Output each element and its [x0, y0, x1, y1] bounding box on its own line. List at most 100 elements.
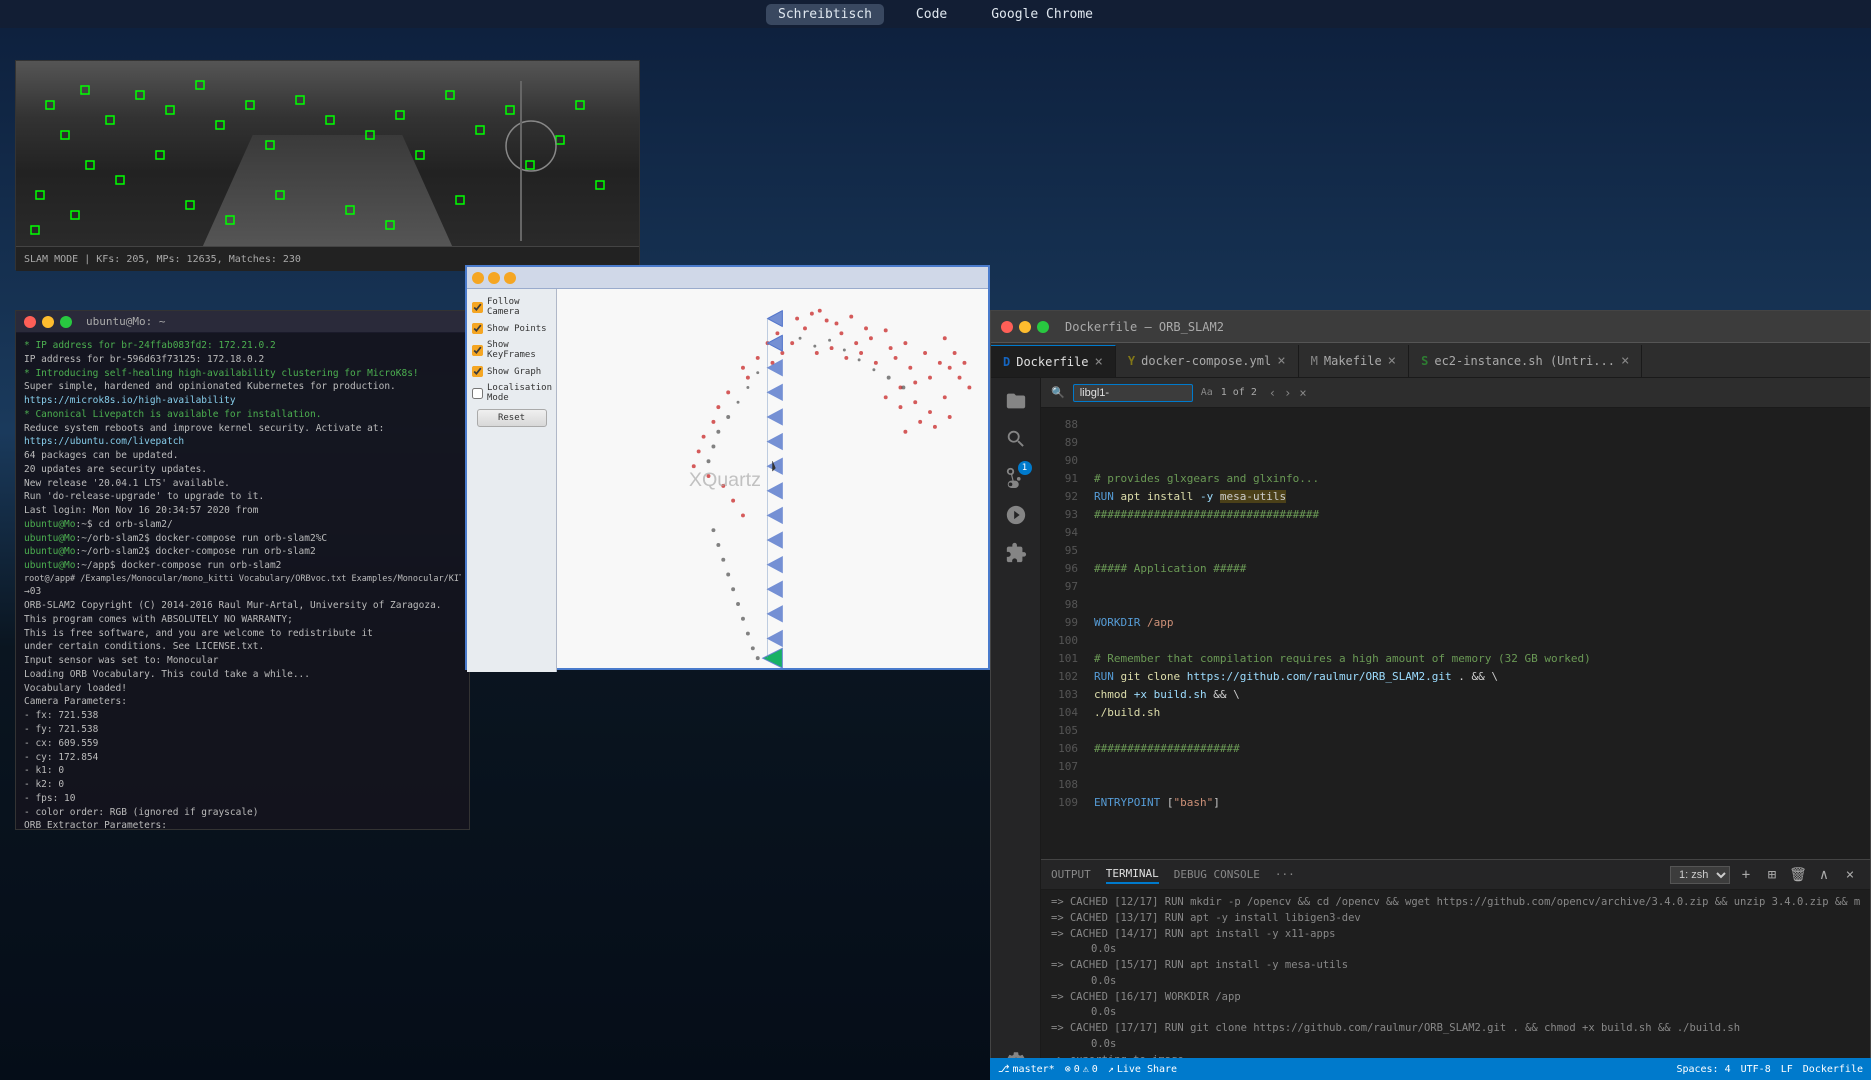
panel-add-btn[interactable]: +: [1736, 865, 1756, 885]
code-area[interactable]: 88 89 90 91 92 93 94 95 96 97 98 99 100 …: [1041, 408, 1870, 859]
tab-close-makefile[interactable]: ×: [1388, 353, 1396, 369]
panel-tab-output[interactable]: OUTPUT: [1051, 866, 1091, 883]
term-line: ORB-SLAM2 Copyright (C) 2014-2016 Raul M…: [24, 599, 461, 613]
follow-camera-checkbox[interactable]: Follow Camera: [472, 297, 551, 317]
terminal-select[interactable]: 1: zsh: [1670, 866, 1730, 884]
menubar-code[interactable]: Code: [904, 4, 959, 25]
menubar-schreibtisch[interactable]: Schreibtisch: [766, 4, 884, 25]
follow-camera-input[interactable]: [472, 302, 483, 313]
term-line: ubuntu@Mo:~$ cd orb-slam2/: [24, 518, 461, 532]
statusbar-language[interactable]: Dockerfile: [1803, 1064, 1863, 1075]
term-line: https://microk8s.io/high-availability: [24, 394, 461, 408]
slam-camera-window: SLAM MODE | KFs: 205, MPs: 12635, Matche…: [15, 60, 640, 270]
show-keyframes-checkbox[interactable]: Show KeyFrames: [472, 340, 551, 360]
tab-dockerfile[interactable]: D Dockerfile ×: [991, 345, 1116, 377]
vscode-max-btn[interactable]: [1037, 321, 1049, 333]
code-line: # Remember that compilation requires a h…: [1094, 650, 1870, 668]
statusbar-live-share[interactable]: ↗ Live Share: [1108, 1064, 1177, 1075]
terminal-content[interactable]: * IP address for br-24ffab083fd2: 172.21…: [16, 333, 469, 829]
localisation-mode-checkbox[interactable]: Localisation Mode: [472, 383, 551, 403]
term-line: ORB Extractor Parameters:: [24, 819, 461, 829]
code-line: RUN git clone https://github.com/raulmur…: [1094, 668, 1870, 686]
code-line: [1094, 452, 1870, 470]
term-output-line: => CACHED [12/17] RUN mkdir -p /opencv &…: [1051, 895, 1860, 911]
tab-icon-makefile: M: [1311, 354, 1318, 368]
code-line: [1094, 596, 1870, 614]
term-line: - cy: 172.854: [24, 751, 461, 765]
panel-trash-btn[interactable]: 🗑: [1788, 865, 1808, 885]
terminal-max-btn[interactable]: [60, 316, 72, 328]
panel-split-btn[interactable]: ⊞: [1762, 865, 1782, 885]
term-line: - fps: 10: [24, 792, 461, 806]
code-line: ./build.sh: [1094, 704, 1870, 722]
xquartz-btn-1[interactable]: [472, 272, 484, 284]
search-input[interactable]: [1073, 384, 1193, 402]
slam-scene: [16, 61, 639, 246]
search-next-btn[interactable]: ›: [1284, 386, 1291, 400]
reset-button[interactable]: Reset: [477, 409, 547, 427]
statusbar-encoding[interactable]: UTF-8: [1741, 1064, 1771, 1075]
statusbar-errors[interactable]: ⊗ 0 ⚠ 0: [1065, 1064, 1098, 1075]
xquartz-btn-3[interactable]: [504, 272, 516, 284]
term-output-line: 0.0s: [1051, 974, 1860, 990]
vscode-min-btn[interactable]: [1019, 321, 1031, 333]
search-close-btn[interactable]: ×: [1299, 386, 1306, 400]
search-prev-btn[interactable]: ‹: [1269, 386, 1276, 400]
code-line: ##################################: [1094, 506, 1870, 524]
branch-name: master*: [1013, 1064, 1055, 1075]
tab-close-compose[interactable]: ×: [1277, 353, 1285, 369]
vscode-panel: OUTPUT TERMINAL DEBUG CONSOLE ··· 1: zsh…: [1041, 859, 1870, 1079]
sidebar-icon-extensions[interactable]: [998, 535, 1034, 571]
tab-ec2[interactable]: S ec2-instance.sh (Untri... ×: [1409, 345, 1642, 377]
tab-close-dockerfile[interactable]: ×: [1094, 354, 1102, 370]
terminal-min-btn[interactable]: [42, 316, 54, 328]
tab-docker-compose[interactable]: Y docker-compose.yml ×: [1116, 345, 1299, 377]
term-line: New release '20.04.1 LTS' available.: [24, 477, 461, 491]
terminal-panel-content[interactable]: => CACHED [12/17] RUN mkdir -p /opencv &…: [1041, 890, 1870, 1079]
vscode-sidebar: 1: [991, 378, 1041, 1079]
tab-label-makefile: Makefile: [1324, 354, 1382, 368]
show-points-input[interactable]: [472, 323, 483, 334]
sidebar-icon-explorer[interactable]: [998, 383, 1034, 419]
sidebar-icon-search[interactable]: [998, 421, 1034, 457]
slam-canvas: [16, 61, 639, 246]
xquartz-mapview[interactable]: XQuartz: [557, 289, 988, 668]
term-line: This program comes with ABSOLUTELY NO WA…: [24, 613, 461, 627]
localisation-mode-input[interactable]: [472, 388, 483, 399]
panel-tab-terminal[interactable]: TERMINAL: [1106, 865, 1159, 884]
vscode-statusbar: ⎇ master* ⊗ 0 ⚠ 0 ↗ Live Share Spaces: 4…: [990, 1058, 1871, 1080]
code-line: # provides glxgears and glxinfo...: [1094, 470, 1870, 488]
macos-menubar: Schreibtisch Code Google Chrome: [0, 0, 1871, 28]
panel-tabs: OUTPUT TERMINAL DEBUG CONSOLE ··· 1: zsh…: [1041, 860, 1870, 890]
sidebar-icon-debug[interactable]: [998, 497, 1034, 533]
panel-tab-more[interactable]: ···: [1275, 866, 1295, 883]
terminal-close-btn[interactable]: [24, 316, 36, 328]
search-result-count: Aa: [1201, 387, 1213, 398]
error-icon: ⊗: [1065, 1064, 1071, 1075]
code-line: [1094, 632, 1870, 650]
vscode-close-btn[interactable]: [1001, 321, 1013, 333]
statusbar-line-endings[interactable]: LF: [1781, 1064, 1793, 1075]
tab-label-compose: docker-compose.yml: [1141, 354, 1271, 368]
terminal-window: ubuntu@Mo: ~ * IP address for br-24ffab0…: [15, 310, 470, 830]
statusbar-branch[interactable]: ⎇ master*: [998, 1064, 1055, 1075]
term-output-line: => CACHED [14/17] RUN apt install -y x11…: [1051, 927, 1860, 943]
sidebar-icon-git[interactable]: 1: [998, 459, 1034, 495]
panel-close-btn[interactable]: ×: [1840, 865, 1860, 885]
code-line: ######################: [1094, 740, 1870, 758]
menubar-chrome[interactable]: Google Chrome: [979, 4, 1105, 25]
terminal-title: ubuntu@Mo: ~: [86, 315, 165, 328]
tab-close-ec2[interactable]: ×: [1621, 353, 1629, 369]
xquartz-btn-2[interactable]: [488, 272, 500, 284]
tab-makefile[interactable]: M Makefile ×: [1299, 345, 1409, 377]
panel-chevron-btn[interactable]: ∧: [1814, 865, 1834, 885]
show-keyframes-input[interactable]: [472, 345, 483, 356]
show-graph-input[interactable]: [472, 366, 483, 377]
show-points-checkbox[interactable]: Show Points: [472, 323, 551, 334]
show-graph-checkbox[interactable]: Show Graph: [472, 366, 551, 377]
term-line: →03: [24, 585, 461, 599]
statusbar-spaces[interactable]: Spaces: 4: [1676, 1064, 1730, 1075]
code-line: [1094, 542, 1870, 560]
show-keyframes-label: Show KeyFrames: [487, 340, 551, 360]
panel-tab-debug[interactable]: DEBUG CONSOLE: [1174, 866, 1260, 883]
